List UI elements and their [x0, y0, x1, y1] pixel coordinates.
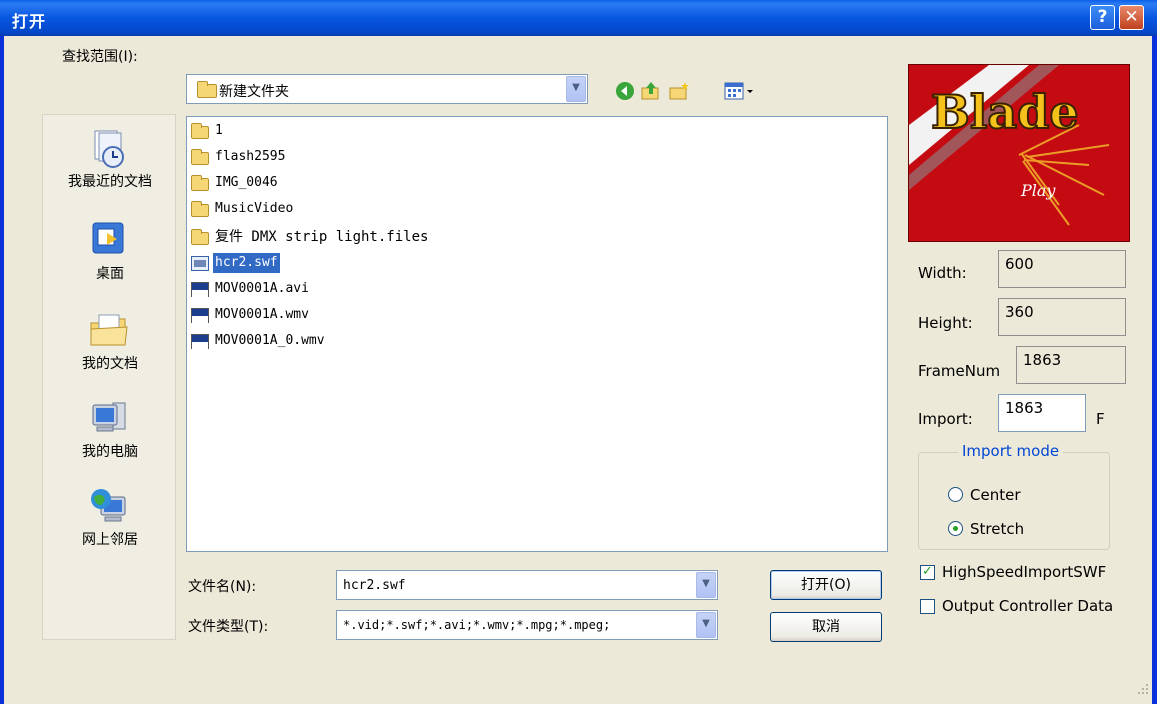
folder-icon: [191, 175, 209, 191]
wmv-file-icon: [191, 334, 209, 349]
place-recent-documents[interactable]: 我最近的文档: [43, 119, 177, 201]
center-label[interactable]: Center: [970, 486, 1021, 504]
center-radio[interactable]: [948, 487, 963, 502]
file-name: hcr2.swf: [213, 253, 280, 273]
place-my-computer[interactable]: 我的电脑: [43, 389, 177, 471]
window-title: 打开: [12, 12, 47, 31]
file-name-label: 文件名(N):: [188, 579, 257, 595]
look-in-combo[interactable]: 新建文件夹 ▼: [186, 74, 588, 104]
swf-file-icon: [191, 256, 209, 271]
folder-icon: [191, 123, 209, 139]
place-label: 我的电脑: [82, 444, 138, 460]
place-my-documents[interactable]: 我的文档: [43, 301, 177, 383]
file-name-value[interactable]: hcr2.swf: [343, 578, 406, 593]
width-label: Width:: [918, 264, 967, 282]
folder-icon: [191, 201, 209, 217]
file-type-combo[interactable]: *.vid;*.swf;*.avi;*.wmv;*.mpg;*.mpeg; ▼: [336, 610, 718, 640]
open-button[interactable]: 打开(O): [770, 570, 882, 600]
place-desktop[interactable]: 桌面: [43, 211, 177, 293]
file-name: MOV0001A.wmv: [215, 307, 309, 322]
file-name: 1: [215, 123, 223, 138]
file-name-combo[interactable]: hcr2.swf ▼: [336, 570, 718, 600]
preview-subtitle: Play: [1021, 181, 1056, 200]
folder-icon: [197, 81, 217, 98]
framenum-field: 1863: [1016, 346, 1126, 384]
stretch-radio[interactable]: [948, 521, 963, 536]
file-name: 复件 DMX strip light.files: [215, 229, 429, 245]
wmv-file-icon: [191, 308, 209, 323]
output-controller-checkbox[interactable]: [920, 599, 935, 614]
framenum-label: FrameNum: [918, 362, 1001, 380]
preview-thumbnail: Blade Play: [908, 64, 1130, 242]
my-documents-icon: [89, 311, 129, 351]
height-label: Height:: [918, 314, 973, 332]
file-name: flash2595: [215, 149, 286, 164]
cancel-button[interactable]: 取消: [770, 612, 882, 642]
highspeed-checkbox[interactable]: ✓: [920, 565, 935, 580]
file-name: MusicVideo: [215, 201, 294, 216]
place-network[interactable]: 网上邻居: [43, 477, 177, 559]
my-computer-icon: [89, 399, 129, 439]
width-field: 600: [998, 250, 1126, 288]
desktop-icon: [89, 221, 129, 261]
chevron-down-icon[interactable]: ▼: [696, 612, 716, 638]
file-name: IMG_0046: [215, 175, 278, 190]
places-bar: 我最近的文档 桌面 我的文档 我的电脑 网上邻居: [42, 114, 176, 640]
close-button[interactable]: ✕: [1119, 5, 1144, 30]
avi-file-icon: [191, 282, 209, 297]
title-bar[interactable]: 打开 ? ✕: [0, 0, 1157, 36]
help-button[interactable]: ?: [1090, 5, 1115, 30]
file-type-label: 文件类型(T):: [188, 619, 269, 635]
file-name: MOV0001A.avi: [215, 281, 309, 296]
new-folder-icon[interactable]: [668, 80, 690, 102]
up-folder-icon[interactable]: [640, 80, 662, 102]
import-label: Import:: [918, 410, 973, 428]
place-label: 我的文档: [82, 356, 138, 372]
resize-grip-icon[interactable]: [1134, 680, 1150, 696]
import-input[interactable]: 1863: [998, 394, 1086, 432]
file-name: MOV0001A_0.wmv: [215, 333, 325, 348]
height-field: 360: [998, 298, 1126, 336]
import-unit: F: [1096, 410, 1105, 428]
view-menu-icon[interactable]: [724, 80, 753, 102]
folder-icon: [191, 229, 209, 245]
look-in-label: 查找范围(I):: [62, 49, 138, 65]
network-places-icon: [89, 487, 129, 527]
file-list[interactable]: 1 flash2595 IMG_0046 MusicVideo 复件 DMX s…: [186, 116, 888, 552]
stretch-label[interactable]: Stretch: [970, 520, 1024, 538]
chevron-down-icon[interactable]: ▼: [696, 572, 716, 598]
preview-title: Blade: [930, 84, 1080, 140]
chevron-down-icon[interactable]: ▼: [566, 76, 586, 102]
recent-documents-icon: [89, 129, 129, 169]
file-type-value: *.vid;*.swf;*.avi;*.wmv;*.mpg;*.mpeg;: [343, 618, 611, 632]
output-controller-label[interactable]: Output Controller Data: [942, 597, 1113, 615]
highspeed-label[interactable]: HighSpeedImportSWF: [942, 563, 1106, 581]
place-label: 网上邻居: [82, 532, 138, 548]
look-in-value: 新建文件夹: [219, 84, 289, 100]
back-icon[interactable]: [614, 80, 636, 102]
place-label: 我最近的文档: [68, 174, 152, 190]
folder-icon: [191, 149, 209, 165]
place-label: 桌面: [96, 266, 124, 282]
import-mode-title: Import mode: [958, 442, 1064, 460]
